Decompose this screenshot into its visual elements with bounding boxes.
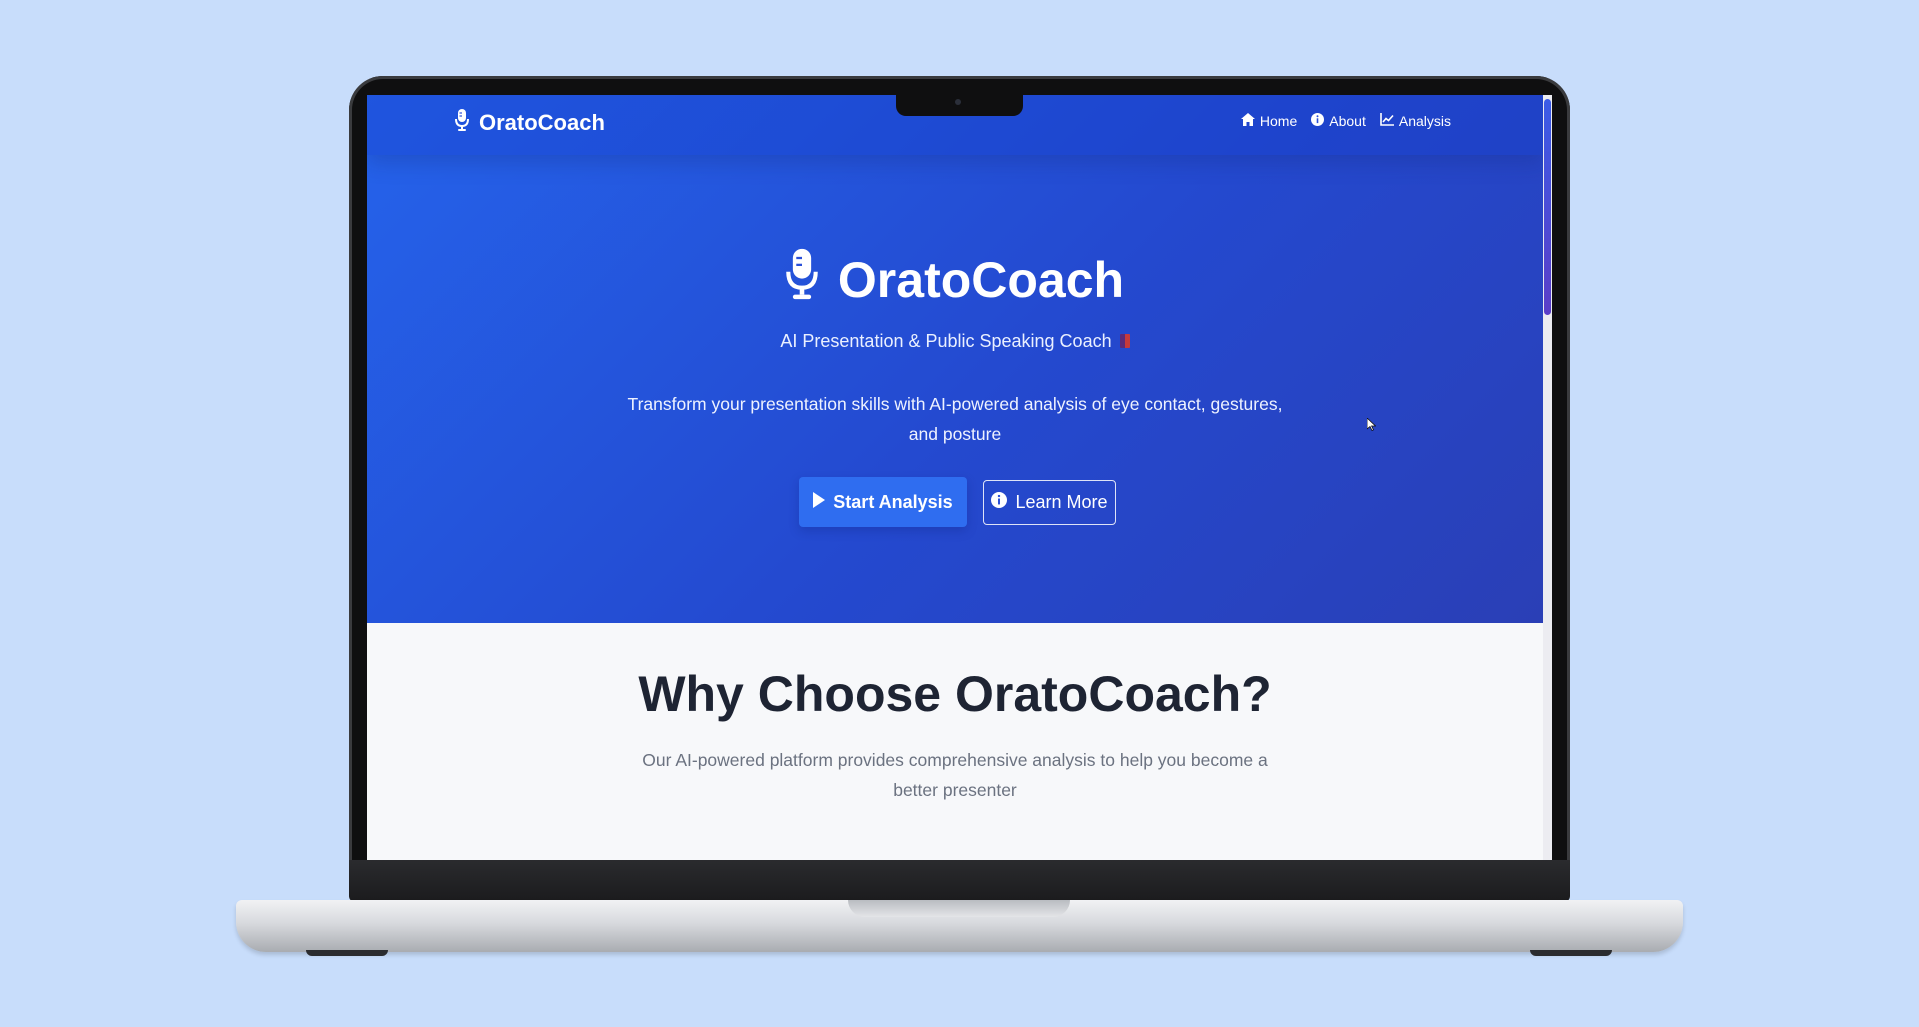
home-icon	[1240, 113, 1255, 129]
microphone-icon	[455, 109, 469, 137]
flag-icon	[1119, 334, 1130, 348]
chart-line-icon	[1380, 113, 1394, 129]
microphone-icon	[786, 247, 818, 313]
scrollbar[interactable]	[1543, 95, 1552, 860]
scrollbar-thumb[interactable]	[1544, 99, 1551, 315]
start-analysis-button[interactable]: Start Analysis	[799, 477, 967, 527]
nav-link-label: Home	[1259, 113, 1298, 129]
learn-more-label: Learn More	[1015, 492, 1108, 512]
info-icon	[1311, 113, 1325, 129]
nav-link-analysis[interactable]: Analysis	[1380, 113, 1451, 129]
hero-description: Transform your presentation skills with …	[627, 394, 1283, 444]
nav-brand[interactable]: OratoCoach	[455, 109, 605, 137]
hero-subtitle-text: AI Presentation & Public Speaking Coach	[780, 331, 1112, 351]
hero-section: OratoCoach Home About Analysis OratoCoac…	[367, 95, 1543, 623]
laptop-hinge-notch	[848, 900, 1070, 917]
camera-icon	[955, 99, 961, 105]
nav-link-label: About	[1329, 113, 1366, 129]
camera-notch	[896, 95, 1023, 116]
nav-brand-label: OratoCoach	[479, 110, 605, 135]
features-subtitle: Our AI-powered platform provides compreh…	[642, 750, 1268, 800]
laptop-foot-left	[306, 950, 388, 956]
start-analysis-label: Start Analysis	[833, 491, 953, 512]
hero-title-text: OratoCoach	[837, 252, 1125, 308]
hero-subtitle: AI Presentation & Public Speaking Coach	[367, 331, 1543, 352]
hero-title: OratoCoach	[367, 247, 1543, 313]
browser-viewport: OratoCoach Home About Analysis OratoCoac…	[367, 95, 1552, 860]
nav-link-about[interactable]: About	[1311, 113, 1366, 129]
laptop-foot-right	[1530, 950, 1612, 956]
learn-more-button[interactable]: Learn More	[983, 480, 1116, 525]
nav-links: Home About Analysis	[1240, 113, 1451, 129]
features-section: Why Choose OratoCoach? Our AI-powered pl…	[367, 623, 1543, 860]
info-icon	[991, 492, 1008, 513]
play-icon	[813, 491, 826, 513]
features-title: Why Choose OratoCoach?	[638, 666, 1272, 722]
mouse-cursor-icon	[1366, 417, 1377, 436]
nav-link-home[interactable]: Home	[1240, 113, 1298, 129]
nav-link-label: Analysis	[1398, 113, 1451, 129]
laptop-bezel-bottom	[349, 860, 1570, 902]
